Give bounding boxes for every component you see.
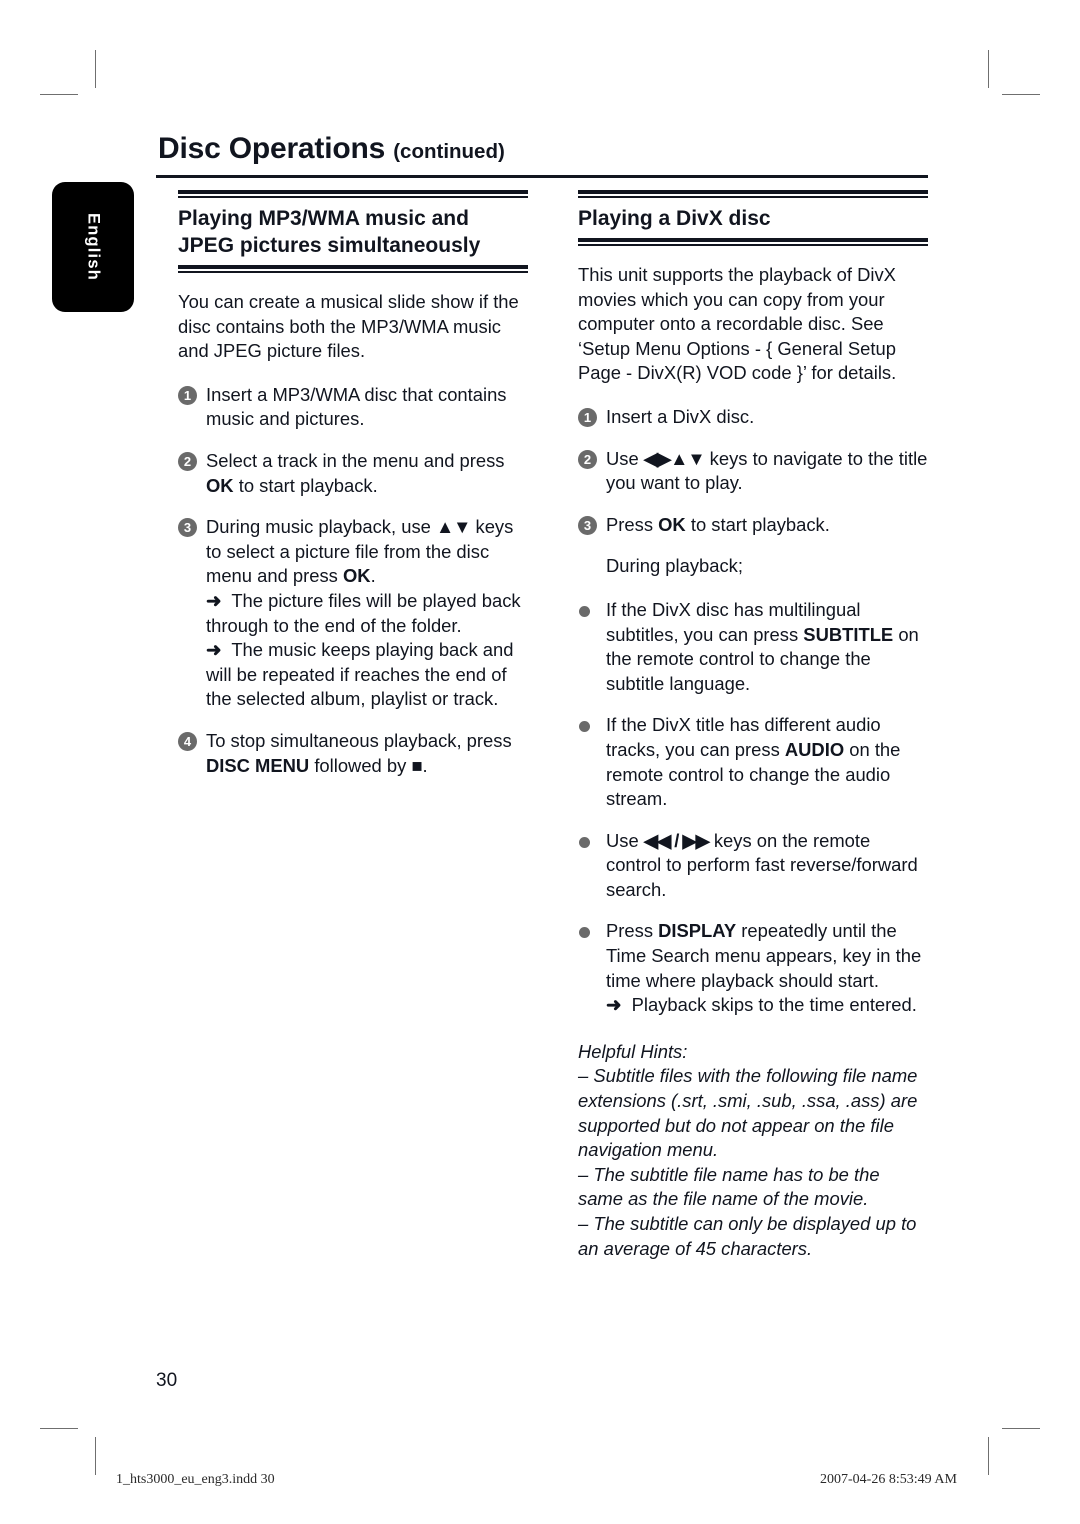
right-step-3-text-before: Press xyxy=(606,513,659,535)
arrow-right-icon: ➜ xyxy=(206,639,222,661)
right-bullet-3-text-before: Use xyxy=(606,829,644,851)
helpful-hints: Helpful Hints: – Subtitle files with the… xyxy=(578,1040,928,1261)
crop-mark-top-left-vertical xyxy=(95,50,96,88)
audio-key-label: AUDIO xyxy=(784,738,845,760)
arrow-right-icon: ➜ xyxy=(206,589,222,611)
language-tab: English xyxy=(52,182,134,312)
step-number-badge: 3 xyxy=(178,518,197,538)
bullet-dot-icon xyxy=(579,605,590,617)
crop-mark-top-right-horizontal xyxy=(1002,94,1040,95)
left-step-2-text-after: to start playback. xyxy=(233,474,378,496)
left-section-heading: Playing MP3/WMA music and JPEG pictures … xyxy=(178,207,481,257)
bullet-dot-icon xyxy=(579,836,590,848)
step-number-badge: 4 xyxy=(178,731,197,751)
step-number-badge: 3 xyxy=(578,515,597,535)
page-title: Disc Operations (continued) xyxy=(158,132,505,166)
left-step-4-text-end: . xyxy=(422,754,428,776)
helpful-hints-title: Helpful Hints: xyxy=(578,1040,688,1062)
during-playback-label: During playback; xyxy=(606,555,743,577)
left-step-3: 3 During music playback, use ▲▼ keys to … xyxy=(178,515,528,712)
helpful-hint-line: – The subtitle can only be displayed up … xyxy=(578,1213,917,1259)
disc-menu-key-label: DISC MENU xyxy=(206,754,310,776)
left-step-4-text-after: followed by xyxy=(309,754,412,776)
page-title-main: Disc Operations xyxy=(158,132,386,165)
right-bullet-audio: If the DivX title has different audio tr… xyxy=(578,713,928,811)
left-heading-rule-bottom xyxy=(178,265,528,273)
ok-key-label: OK xyxy=(206,474,234,496)
left-step-4: 4 To stop simultaneous playback, press D… xyxy=(178,729,528,778)
rewind-forward-keys-icon: ◀◀ / ▶▶ xyxy=(643,829,710,851)
page-title-rule xyxy=(156,175,928,178)
helpful-hint-line: – Subtitle files with the following file… xyxy=(578,1065,918,1161)
left-step-3-text-after: . xyxy=(370,565,376,587)
left-step-1-text: Insert a MP3/WMA disc that contains musi… xyxy=(206,383,507,430)
bullet-dot-icon xyxy=(579,721,590,733)
crop-mark-bottom-right-vertical xyxy=(988,1437,989,1475)
left-column-body: You can create a musical slide show if t… xyxy=(178,290,528,778)
right-intro-paragraph: This unit supports the playback of DivX … xyxy=(578,264,897,384)
left-intro-paragraph: You can create a musical slide show if t… xyxy=(178,291,519,362)
left-step-3-result-2: ➜ The music keeps playing back and will … xyxy=(206,639,514,710)
ok-key-label: OK xyxy=(343,565,371,587)
crop-mark-bottom-left-vertical xyxy=(95,1437,96,1475)
ok-key-label: OK xyxy=(658,513,686,535)
right-bullet-search: Use ◀◀ / ▶▶ keys on the remote control t… xyxy=(578,829,928,903)
right-step-2: 2 Use ◀▶▲▼ keys to navigate to the title… xyxy=(578,447,928,496)
step-number-badge: 1 xyxy=(578,407,597,427)
display-key-label: DISPLAY xyxy=(658,920,737,942)
navigation-arrow-keys-icon: ◀▶▲▼ xyxy=(643,447,706,469)
crop-mark-top-right-vertical xyxy=(988,50,989,88)
up-down-arrow-keys-icon: ▲▼ xyxy=(435,516,471,538)
left-heading-rule-top xyxy=(178,190,528,198)
right-bullet-4-result: ➜ Playback skips to the time entered. xyxy=(606,994,917,1016)
page-number: 30 xyxy=(156,1370,178,1391)
language-tab-label: English xyxy=(84,213,103,281)
right-heading-rule-bottom xyxy=(578,238,928,246)
left-step-2: 2 Select a track in the menu and press O… xyxy=(178,449,528,498)
left-step-2-text-before: Select a track in the menu and press xyxy=(206,449,505,471)
right-step-2-text-before: Use xyxy=(606,447,644,469)
right-bullet-subtitle: If the DivX disc has multilingual subtit… xyxy=(578,598,928,696)
left-step-4-text-before: To stop simultaneous playback, press xyxy=(206,729,512,751)
left-step-1: 1 Insert a MP3/WMA disc that contains mu… xyxy=(178,383,528,432)
left-step-3-result-1: ➜ The picture files will be played back … xyxy=(206,589,521,636)
step-number-badge: 2 xyxy=(578,449,597,469)
crop-mark-bottom-left-horizontal xyxy=(40,1428,78,1429)
right-step-3: 3 Press OK to start playback. xyxy=(578,513,928,538)
right-step-1: 1 Insert a DivX disc. xyxy=(578,405,928,430)
arrow-right-icon: ➜ xyxy=(606,994,622,1016)
page-title-suffix: (continued) xyxy=(393,140,505,163)
right-column-body: This unit supports the playback of DivX … xyxy=(578,263,928,1261)
crop-mark-top-left-horizontal xyxy=(40,94,78,95)
step-number-badge: 2 xyxy=(178,451,197,471)
right-bullet-4-text-before: Press xyxy=(606,920,659,942)
right-heading-rule-top xyxy=(578,190,928,198)
left-column: Playing MP3/WMA music and JPEG pictures … xyxy=(178,190,528,795)
right-step-1-text: Insert a DivX disc. xyxy=(606,405,755,427)
right-column: Playing a DivX disc This unit supports t… xyxy=(578,190,928,1261)
step-number-badge: 1 xyxy=(178,385,197,405)
helpful-hint-line: – The subtitle file name has to be the s… xyxy=(578,1163,880,1210)
bullet-dot-icon xyxy=(579,927,590,939)
crop-mark-bottom-right-horizontal xyxy=(1002,1428,1040,1429)
footer-file-name: 1_hts3000_eu_eng3.indd 30 xyxy=(116,1472,275,1487)
footer-timestamp: 2007-04-26 8:53:49 AM xyxy=(820,1472,957,1487)
left-step-3-text-before: During music playback, use xyxy=(206,516,436,538)
subtitle-key-label: SUBTITLE xyxy=(803,623,894,645)
stop-square-icon: ■ xyxy=(411,754,423,776)
right-step-3-text-after: to start playback. xyxy=(685,513,830,535)
right-bullet-display: Press DISPLAY repeatedly until the Time … xyxy=(578,919,928,1017)
right-section-heading: Playing a DivX disc xyxy=(578,207,771,230)
